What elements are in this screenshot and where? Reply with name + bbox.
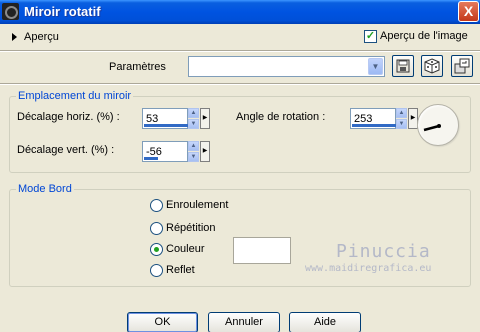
radio-button-icon[interactable]: [150, 222, 163, 235]
spinner-menu-icon[interactable]: ▶: [200, 141, 210, 162]
close-button[interactable]: X: [458, 1, 479, 22]
watermark-name: Pinuccia: [336, 241, 431, 262]
rotation-angle-label: Angle de rotation :: [236, 111, 326, 123]
radio-button-icon[interactable]: [150, 199, 163, 212]
vert-offset-slider-bar: [144, 157, 158, 160]
horiz-offset-label: Décalage horiz. (%) :: [17, 111, 120, 123]
edge-group-legend: Mode Bord: [16, 183, 74, 195]
radio-label: Couleur: [166, 243, 205, 255]
angle-dial-icon: [423, 124, 441, 132]
increment-icon[interactable]: ▲: [188, 141, 199, 151]
dice-icon: [424, 58, 440, 74]
cancel-button[interactable]: Annuler: [208, 312, 280, 332]
radio-label: Répétition: [166, 222, 216, 234]
checkmark-icon[interactable]: ✓: [364, 30, 377, 43]
chevron-down-icon[interactable]: ▼: [368, 58, 383, 75]
vert-offset-spinner[interactable]: -56 ▲ ▼ ▶: [142, 141, 210, 162]
presets-dropdown[interactable]: ▼: [188, 56, 385, 77]
radio-button-icon[interactable]: [150, 243, 163, 256]
horiz-offset-input[interactable]: 53: [142, 108, 188, 129]
horiz-offset-slider-bar: [144, 124, 188, 127]
expand-arrow-icon: [12, 33, 17, 41]
save-preset-button[interactable]: [392, 55, 414, 77]
randomize-button[interactable]: [421, 55, 443, 77]
decrement-icon[interactable]: ▼: [188, 119, 199, 129]
increment-icon[interactable]: ▲: [188, 108, 199, 118]
save-icon: [396, 59, 410, 73]
vert-offset-input[interactable]: -56: [142, 141, 188, 162]
divider: [0, 83, 480, 85]
watermark-url: www.maidiregrafica.eu: [305, 263, 432, 274]
rotation-dial[interactable]: [417, 104, 459, 146]
presets-label: Paramètres: [109, 61, 166, 73]
rotation-angle-input[interactable]: 253: [350, 108, 396, 129]
rotation-angle-spinner[interactable]: 253 ▲ ▼ ▶: [350, 108, 418, 129]
increment-icon[interactable]: ▲: [396, 108, 407, 118]
app-icon: [2, 3, 19, 20]
spinner-menu-icon[interactable]: ▶: [200, 108, 210, 129]
title-bar: Miroir rotatif X: [0, 0, 480, 24]
reset-button[interactable]: [451, 55, 473, 77]
radio-label: Reflet: [166, 264, 195, 276]
window-title: Miroir rotatif: [24, 4, 101, 19]
preview-image-label: Aperçu de l'image: [380, 30, 468, 42]
color-swatch[interactable]: [233, 237, 291, 264]
decrement-icon[interactable]: ▼: [188, 152, 199, 162]
preview-toggle-label: Aperçu: [24, 31, 59, 43]
divider: [0, 50, 480, 52]
help-button[interactable]: Aide: [289, 312, 361, 332]
mirror-group-legend: Emplacement du miroir: [16, 90, 134, 102]
radio-label: Enroulement: [166, 199, 229, 211]
horiz-offset-spinner[interactable]: 53 ▲ ▼ ▶: [142, 108, 210, 129]
ok-button[interactable]: OK: [127, 312, 198, 332]
decrement-icon[interactable]: ▼: [396, 119, 407, 129]
reset-icon: [454, 58, 470, 74]
rotation-angle-slider-bar: [352, 124, 396, 127]
vert-offset-label: Décalage vert. (%) :: [17, 144, 115, 156]
radio-button-icon[interactable]: [150, 264, 163, 277]
